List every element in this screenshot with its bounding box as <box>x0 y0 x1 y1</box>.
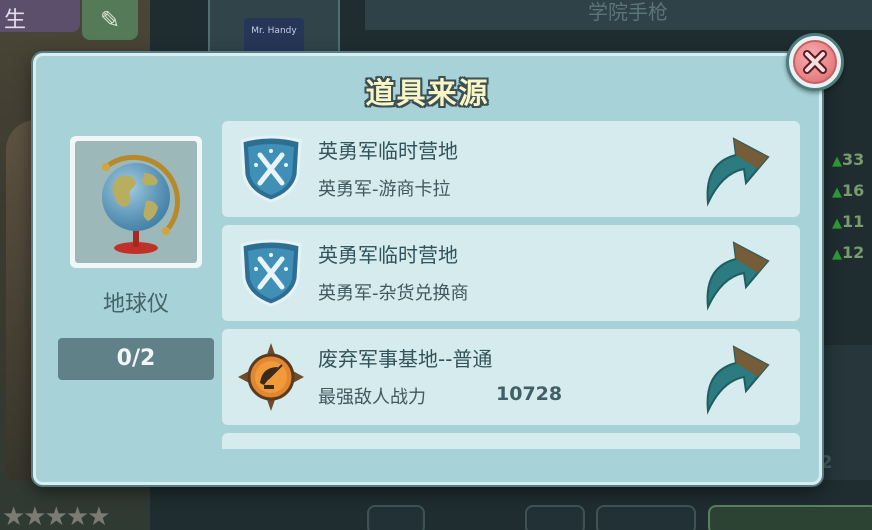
item-count: 0/2 <box>58 338 214 380</box>
source-list[interactable]: 英勇军临时营地 英勇军-游商卡拉 英勇军临时营地 英勇军-杂货兑换商 废弃军事基… <box>222 121 800 449</box>
item-source-dialog: 道具来源 地球仪 0/2 英勇军临时营地 英勇军-游商卡拉 英勇军临时营地 英勇… <box>33 53 822 485</box>
item-name: 地球仪 <box>102 292 169 317</box>
close-button[interactable] <box>786 33 844 91</box>
source-row[interactable]: 英勇军临时营地 英勇军-游商卡拉 <box>222 121 800 217</box>
goto-arrow-icon[interactable] <box>702 133 774 207</box>
background-header-title: 学院手枪 <box>588 0 668 24</box>
background-rating-stars: ★★★★★ <box>2 502 111 530</box>
background-button <box>708 505 872 530</box>
background-stat: ▲33 <box>832 150 865 169</box>
background-character-tab: 生 <box>0 0 80 33</box>
source-row[interactable]: 英勇军临时营地 英勇军-杂货兑换商 <box>222 225 800 321</box>
background-tool-tab-icon: ✎ <box>82 0 138 40</box>
background-button <box>596 505 696 530</box>
shield-crossed-tools-icon <box>240 135 302 203</box>
source-subtitle: 英勇军-游商卡拉 <box>318 179 451 200</box>
shield-crossed-tools-icon <box>240 239 302 307</box>
globe-icon <box>102 154 180 254</box>
arrow-up-icon: ▲ <box>832 185 842 200</box>
background-stat: ▲16 <box>832 181 865 200</box>
background-stat: ▲12 <box>832 243 865 262</box>
arrow-up-icon: ▲ <box>832 154 842 169</box>
item-frame <box>70 136 202 268</box>
background-button <box>367 505 425 530</box>
background-button <box>525 505 585 530</box>
background-item-box: Mr. Handy <box>244 18 304 54</box>
source-subtitle: 英勇军-杂货兑换商 <box>318 283 469 304</box>
source-subtitle: 最强敌人战力 <box>318 387 426 408</box>
background-stats: ▲33 ▲16 ▲11 ▲12 <box>832 150 872 274</box>
goto-arrow-icon[interactable] <box>702 237 774 311</box>
enemy-power-value: 10728 <box>496 383 563 405</box>
source-title: 废弃军事基地--普通 <box>318 347 493 371</box>
goto-arrow-icon[interactable] <box>702 341 774 415</box>
arrow-up-icon: ▲ <box>832 247 842 262</box>
radar-dish-compass-icon <box>238 343 304 411</box>
source-row[interactable]: 废弃军事基地--普通 最强敌人战力 10728 <box>222 329 800 425</box>
source-title: 英勇军临时营地 <box>318 243 458 267</box>
source-title: 英勇军临时营地 <box>318 139 458 163</box>
close-icon <box>803 50 827 74</box>
arrow-up-icon: ▲ <box>832 216 842 231</box>
dialog-title: 道具来源 <box>365 76 490 110</box>
source-row[interactable] <box>222 433 800 449</box>
background-stat: ▲11 <box>832 212 865 231</box>
